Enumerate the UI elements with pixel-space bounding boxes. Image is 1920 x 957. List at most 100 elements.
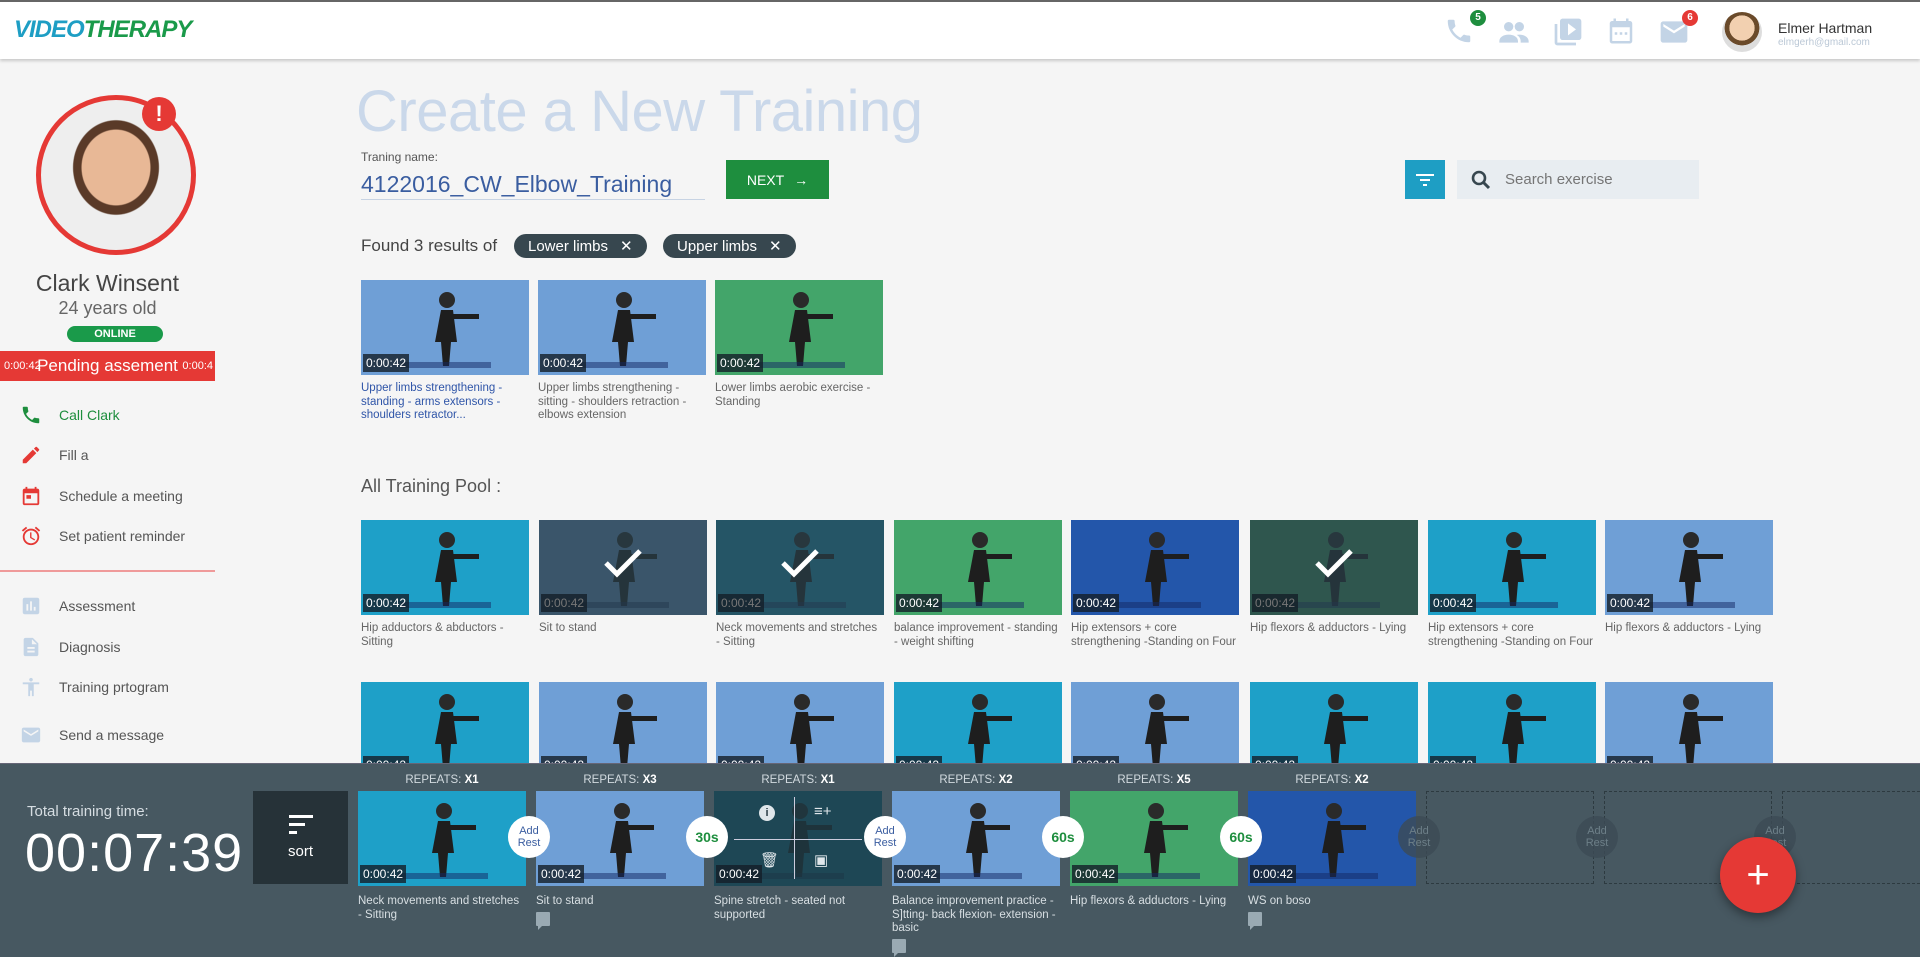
comment-icon[interactable] xyxy=(1248,911,1262,930)
videotherapy-logo[interactable]: VIDEOTHERAPY xyxy=(14,16,192,44)
person-icon xyxy=(22,677,40,697)
search-result-caption[interactable]: Upper limbs strengthening - sitting - sh… xyxy=(538,382,706,423)
pool-exercise-tile[interactable]: 0:00:42 xyxy=(1250,520,1418,615)
user-avatar[interactable] xyxy=(1722,12,1762,52)
sidebar-nav-training-prtogram[interactable]: Training prtogram xyxy=(20,673,169,701)
sidebar-action-set-patient-reminder[interactable]: Set patient reminder xyxy=(20,522,185,550)
user-email: elmgerh@gmail.com xyxy=(1778,37,1870,48)
empty-training-slot[interactable] xyxy=(1782,791,1920,884)
search-result-caption[interactable]: Upper limbs strengthening - standing - a… xyxy=(361,382,529,423)
filter-chip-upper-limbs[interactable]: Upper limbs ✕ xyxy=(663,234,796,258)
pending-time-right: 0:00:4 xyxy=(182,360,213,372)
repeats-label[interactable]: REPEATS: X1 xyxy=(358,774,526,786)
search-result-tile[interactable]: 0:00:42 xyxy=(715,280,883,375)
next-label: NEXT xyxy=(746,171,785,188)
sidebar-action-fill-a[interactable]: Fill a xyxy=(20,441,89,469)
search-result-caption[interactable]: Lower limbs aerobic exercise - Standing xyxy=(715,382,883,409)
calls-badge: 5 xyxy=(1470,10,1486,26)
pool-exercise-tile[interactable]: 0:00:42 xyxy=(539,520,707,615)
pool-exercise-tile[interactable]: 0:00:42 xyxy=(361,520,529,615)
caption-text: Neck movements and stretches - Sitting xyxy=(358,895,520,921)
calls-button[interactable]: 5 xyxy=(1444,10,1486,48)
training-strip-tile[interactable]: 0:00:42 xyxy=(1070,791,1238,886)
playlist-add-icon[interactable]: ≡+ xyxy=(814,803,832,820)
sidebar-action-call-clark[interactable]: Call Clark xyxy=(20,401,120,429)
filter-icon xyxy=(1416,173,1434,186)
sort-button[interactable]: sort xyxy=(253,791,348,884)
repeats-count: X5 xyxy=(1176,774,1191,786)
duration-label: 0:00:42 xyxy=(1072,865,1119,883)
delete-icon[interactable]: 🗑 xyxy=(760,851,779,869)
close-icon[interactable]: ✕ xyxy=(620,237,633,255)
rest-duration-badge[interactable]: 60s xyxy=(1042,816,1084,858)
repeats-label[interactable]: REPEATS: X2 xyxy=(1248,774,1416,786)
duration-label: 0:00:42 xyxy=(896,594,943,612)
mail-icon xyxy=(21,727,41,743)
add-rest-button[interactable]: Add Rest xyxy=(508,816,550,858)
repeats-count: X2 xyxy=(998,774,1013,786)
phone-icon xyxy=(22,406,40,424)
filter-chip-lower-limbs[interactable]: Lower limbs ✕ xyxy=(514,234,647,258)
pool-exercise-tile[interactable]: 0:00:42 xyxy=(716,520,884,615)
training-builder-panel: Total training time: 00:07:39 sort REPEA… xyxy=(0,763,1920,957)
training-name-input[interactable] xyxy=(361,170,705,200)
pool-exercise-tile[interactable]: 0:00:42 xyxy=(1071,520,1239,615)
search-result-tile[interactable]: 0:00:42 xyxy=(361,280,529,375)
video-library-icon[interactable]: ▣ xyxy=(814,851,828,869)
info-icon[interactable]: i xyxy=(759,805,775,821)
sidebar-action-label: Set patient reminder xyxy=(59,528,186,544)
caption-text: WS on boso xyxy=(1248,895,1311,907)
sidebar-nav-send-a-message[interactable]: Send a message xyxy=(20,721,164,749)
duration-label: 0:00:42 xyxy=(1252,594,1299,612)
filter-button[interactable] xyxy=(1405,160,1445,199)
caption-text: Spine stretch - seated not supported xyxy=(714,895,846,921)
search-result-tile[interactable]: 0:00:42 xyxy=(538,280,706,375)
rest-duration-badge[interactable]: 60s xyxy=(1220,816,1262,858)
repeats-label[interactable]: REPEATS: X3 xyxy=(536,774,704,786)
duration-label: 0:00:42 xyxy=(717,354,764,372)
training-strip-tile[interactable]: 0:00:42 xyxy=(536,791,704,886)
videos-button[interactable] xyxy=(1552,16,1588,48)
sidebar-action-schedule-a-meeting[interactable]: Schedule a meeting xyxy=(20,482,183,510)
search-box[interactable] xyxy=(1457,160,1699,199)
sidebar-action-label: Schedule a meeting xyxy=(59,488,183,504)
training-strip-tile[interactable]: 0:00:42 xyxy=(1248,791,1416,886)
comment-icon[interactable] xyxy=(892,938,906,957)
chip-label: Lower limbs xyxy=(528,237,609,255)
repeats-prefix: REPEATS: xyxy=(761,774,821,786)
repeats-label[interactable]: REPEATS: X1 xyxy=(714,774,882,786)
rest-duration-badge[interactable]: 30s xyxy=(686,816,728,858)
add-rest-button[interactable]: Add Rest xyxy=(1398,816,1440,858)
add-rest-button[interactable]: Add Rest xyxy=(864,816,906,858)
calendar-button[interactable] xyxy=(1606,16,1642,48)
next-button[interactable]: NEXT → xyxy=(726,160,829,199)
duration-label: 0:00:42 xyxy=(540,354,587,372)
comment-icon[interactable] xyxy=(536,911,550,930)
patients-button[interactable] xyxy=(1496,16,1532,48)
pool-exercise-tile[interactable]: 0:00:42 xyxy=(1428,520,1596,615)
repeats-label[interactable]: REPEATS: X5 xyxy=(1070,774,1238,786)
sidebar-nav-assessment[interactable]: Assessment xyxy=(20,592,135,620)
pool-exercise-caption: Hip extensors + core strengthening -Stan… xyxy=(1428,622,1593,648)
empty-training-slot[interactable] xyxy=(1426,791,1594,884)
add-exercise-fab[interactable]: + xyxy=(1720,837,1796,913)
alarm-icon xyxy=(21,526,41,546)
training-strip-tile[interactable]: 0:00:42 xyxy=(358,791,526,886)
training-strip-tile[interactable]: i ≡+ 🗑 ▣ 0:00:42 xyxy=(714,791,882,886)
sidebar-nav-label: Training prtogram xyxy=(59,679,169,695)
add-rest-button[interactable]: Add Rest xyxy=(1576,816,1618,858)
pending-assessment-banner[interactable]: 0:00:42 Pending assement 0:00:4 xyxy=(0,351,215,381)
repeats-label[interactable]: REPEATS: X2 xyxy=(892,774,1060,786)
search-input[interactable] xyxy=(1505,171,1685,188)
alert-badge[interactable]: ! xyxy=(142,97,176,131)
training-strip-tile[interactable]: 0:00:42 xyxy=(892,791,1060,886)
messages-button[interactable]: 6 xyxy=(1656,10,1698,48)
pool-exercise-tile[interactable]: 0:00:42 xyxy=(1605,520,1773,615)
pending-time-left: 0:00:42 xyxy=(4,360,41,372)
pool-exercise-tile[interactable]: 0:00:42 xyxy=(894,520,1062,615)
close-icon[interactable]: ✕ xyxy=(769,237,782,255)
sidebar-nav-diagnosis[interactable]: Diagnosis xyxy=(20,633,120,661)
pool-exercise-caption: Hip flexors & adductors - Lying xyxy=(1605,622,1762,634)
repeats-count: X1 xyxy=(820,774,835,786)
user-name[interactable]: Elmer Hartman xyxy=(1778,20,1872,36)
